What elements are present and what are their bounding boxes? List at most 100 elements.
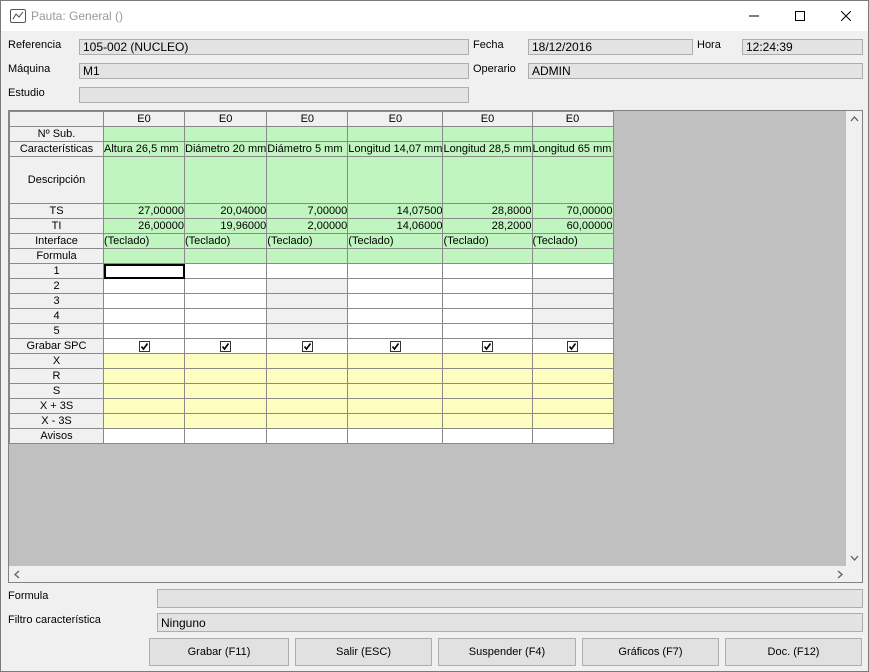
grid-cell[interactable] bbox=[183, 126, 268, 142]
grid-cell[interactable] bbox=[103, 308, 185, 324]
grid-cell[interactable] bbox=[183, 278, 268, 294]
grid-cell[interactable] bbox=[103, 126, 185, 142]
operario-field[interactable]: ADMIN bbox=[528, 63, 863, 79]
column-header[interactable]: E0 bbox=[183, 111, 268, 127]
grid-cell[interactable] bbox=[103, 278, 185, 294]
grid-cell[interactable] bbox=[183, 248, 268, 264]
grid-cell[interactable]: Altura 26,5 mm bbox=[103, 141, 185, 157]
grid-cell[interactable] bbox=[442, 278, 533, 294]
grid-cell[interactable] bbox=[266, 126, 349, 142]
grid-cell[interactable] bbox=[347, 248, 444, 264]
grid-cell[interactable] bbox=[266, 278, 349, 294]
grid-cell[interactable]: (Teclado) bbox=[103, 233, 185, 249]
column-header[interactable]: E0 bbox=[103, 111, 185, 127]
grid-cell[interactable]: 26,00000 bbox=[103, 218, 185, 234]
grid-cell[interactable]: 70,00000 bbox=[531, 203, 614, 219]
grid-cell[interactable]: 60,00000 bbox=[531, 218, 614, 234]
grid-cell[interactable]: 28,8000 bbox=[442, 203, 533, 219]
grid-cell[interactable] bbox=[103, 293, 185, 309]
grid-cell[interactable] bbox=[442, 248, 533, 264]
grid-cell[interactable] bbox=[442, 293, 533, 309]
grid-cell[interactable]: 20,04000 bbox=[183, 203, 268, 219]
grid-cell[interactable] bbox=[266, 293, 349, 309]
grid-cell[interactable] bbox=[103, 323, 185, 339]
grid-cell[interactable]: Diámetro 5 mm bbox=[266, 141, 349, 157]
grid-cell[interactable]: Longitud 14,07 mm bbox=[347, 141, 444, 157]
grid-cell[interactable] bbox=[347, 263, 444, 279]
grid-cell[interactable]: 28,2000 bbox=[442, 218, 533, 234]
grid-cell[interactable] bbox=[266, 156, 349, 204]
grid-cell[interactable] bbox=[442, 263, 533, 279]
grid-cell[interactable]: (Teclado) bbox=[347, 233, 444, 249]
grid-cell[interactable] bbox=[266, 248, 349, 264]
grid-cell[interactable] bbox=[531, 156, 614, 204]
filtro-field[interactable]: Ninguno bbox=[157, 613, 863, 632]
maquina-field[interactable]: M1 bbox=[79, 63, 469, 79]
grid-cell[interactable]: 27,00000 bbox=[103, 203, 185, 219]
formula-field[interactable] bbox=[157, 589, 863, 608]
column-header[interactable]: E0 bbox=[347, 111, 444, 127]
grabar-spc-checkbox[interactable] bbox=[301, 340, 313, 352]
estudio-field[interactable] bbox=[79, 87, 469, 103]
grid-cell[interactable]: 7,00000 bbox=[266, 203, 349, 219]
characteristics-grid[interactable]: E0 E0 E0 E0 E0 E0 Nº Sub. Característica… bbox=[8, 110, 863, 583]
scroll-left-icon[interactable] bbox=[9, 566, 25, 582]
column-header[interactable]: E0 bbox=[531, 111, 614, 127]
graficos-button[interactable]: Gráficos (F7) bbox=[582, 638, 719, 666]
grid-cell[interactable] bbox=[347, 156, 444, 204]
grid-cell[interactable] bbox=[266, 263, 349, 279]
grid-cell[interactable]: Longitud 28,5 mm bbox=[442, 141, 533, 157]
close-button[interactable] bbox=[823, 1, 869, 31]
suspender-button[interactable]: Suspender (F4) bbox=[438, 638, 576, 666]
vertical-scrollbar[interactable] bbox=[846, 111, 862, 566]
grid-cell[interactable] bbox=[183, 263, 268, 279]
grid-cell[interactable]: 19,96000 bbox=[183, 218, 268, 234]
horizontal-scrollbar[interactable] bbox=[9, 566, 848, 582]
grid-cell[interactable] bbox=[347, 293, 444, 309]
grabar-spc-checkbox[interactable] bbox=[220, 340, 232, 352]
grid-cell[interactable] bbox=[266, 323, 349, 339]
grabar-spc-checkbox[interactable] bbox=[138, 340, 150, 352]
grabar-spc-checkbox[interactable] bbox=[482, 340, 493, 352]
grid-cell[interactable] bbox=[531, 293, 614, 309]
grid-cell[interactable] bbox=[103, 248, 185, 264]
grid-cell[interactable] bbox=[183, 156, 268, 204]
grid-cell[interactable]: (Teclado) bbox=[531, 233, 614, 249]
hora-field[interactable]: 12:24:39 bbox=[742, 39, 863, 55]
grid-cell[interactable] bbox=[442, 126, 533, 142]
grid-cell[interactable] bbox=[266, 308, 349, 324]
referencia-field[interactable]: 105-002 (NUCLEO) bbox=[79, 39, 469, 55]
grid-cell[interactable] bbox=[442, 156, 533, 204]
grid-cell[interactable] bbox=[442, 308, 533, 324]
minimize-button[interactable] bbox=[731, 1, 777, 31]
grid-cell[interactable]: 14,07500 bbox=[347, 203, 444, 219]
grid-cell[interactable] bbox=[183, 323, 268, 339]
grid-cell-selected[interactable] bbox=[103, 263, 185, 279]
grid-cell[interactable]: Longitud 65 mm bbox=[531, 141, 614, 157]
grid-cell[interactable]: 14,06000 bbox=[347, 218, 444, 234]
maximize-button[interactable] bbox=[777, 1, 823, 31]
salir-button[interactable]: Salir (ESC) bbox=[295, 638, 432, 666]
grid-cell[interactable]: 2,00000 bbox=[266, 218, 349, 234]
title-bar[interactable]: Pauta: General () bbox=[1, 1, 868, 31]
grabar-spc-checkbox[interactable] bbox=[389, 340, 401, 352]
column-header[interactable]: E0 bbox=[266, 111, 349, 127]
grid-cell[interactable] bbox=[531, 278, 614, 294]
grid-cell[interactable]: (Teclado) bbox=[266, 233, 349, 249]
grid-cell[interactable] bbox=[183, 308, 268, 324]
grid-cell[interactable] bbox=[347, 278, 444, 294]
grid-cell[interactable] bbox=[103, 156, 185, 204]
grid-cell[interactable] bbox=[347, 126, 444, 142]
scroll-up-icon[interactable] bbox=[846, 111, 862, 127]
grid-cell[interactable] bbox=[183, 293, 268, 309]
grid-cell[interactable] bbox=[347, 323, 444, 339]
scroll-down-icon[interactable] bbox=[846, 550, 862, 566]
grid-cell[interactable] bbox=[347, 308, 444, 324]
grid-cell[interactable] bbox=[531, 248, 614, 264]
grid-cell[interactable] bbox=[531, 263, 614, 279]
grid-cell[interactable] bbox=[531, 126, 614, 142]
grid-cell[interactable] bbox=[442, 323, 533, 339]
fecha-field[interactable]: 18/12/2016 bbox=[528, 39, 693, 55]
grid-cell[interactable]: Diámetro 20 mm bbox=[183, 141, 268, 157]
grid-cell[interactable] bbox=[531, 308, 614, 324]
